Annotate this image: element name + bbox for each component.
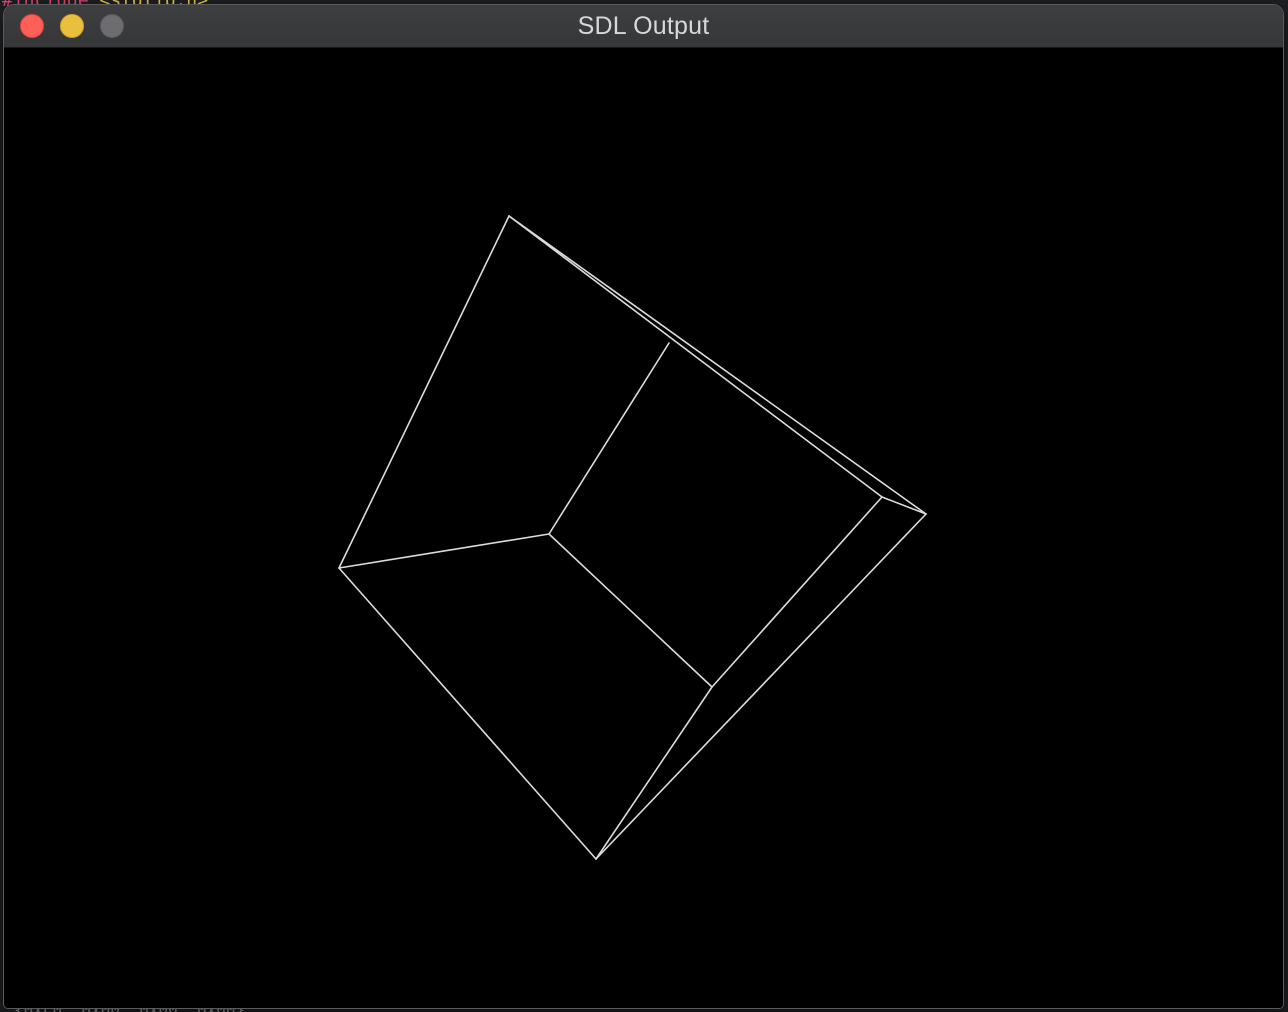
window-titlebar[interactable]: SDL Output — [4, 5, 1283, 48]
sdl-window[interactable]: SDL Output — [4, 5, 1283, 1008]
wireframe-cube — [338, 215, 927, 860]
cube-edge — [548, 342, 670, 535]
cube-edge — [338, 533, 550, 569]
cube-edge — [595, 686, 713, 860]
cube-edge — [548, 533, 713, 688]
cube-edge — [338, 567, 597, 860]
cube-edge — [595, 513, 927, 860]
desktop: #include <stdlib.h> {0xc0, 0x00, 0x00, 0… — [0, 0, 1288, 1012]
cube-edge — [508, 215, 883, 498]
cube-edge — [508, 215, 927, 515]
render-canvas[interactable] — [4, 48, 1283, 1008]
cube-edge — [711, 496, 883, 688]
cube-edge — [338, 215, 510, 569]
window-title: SDL Output — [577, 12, 710, 40]
cube-edge — [881, 496, 927, 515]
